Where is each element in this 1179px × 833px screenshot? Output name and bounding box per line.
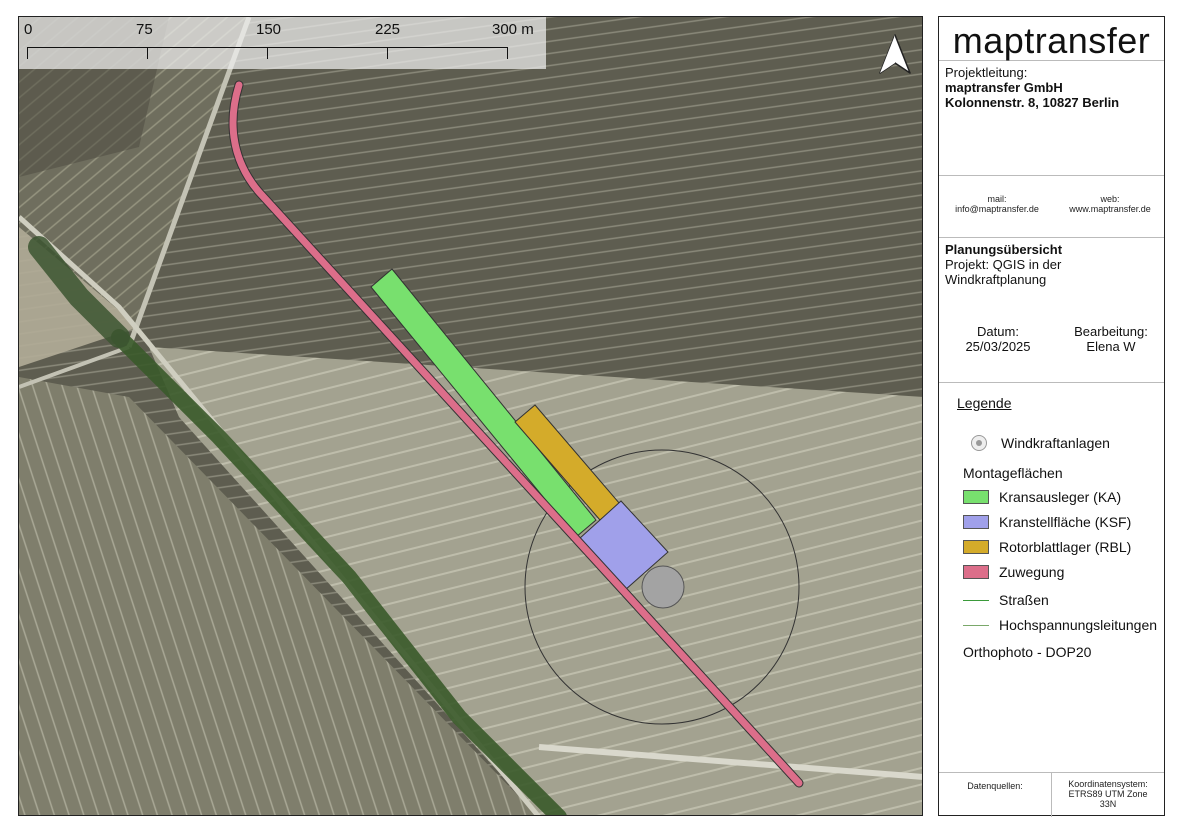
date-value: 25/03/2025 [965,339,1031,354]
legend-group-label: Montageflächen [963,465,1063,481]
crs-line-2: ETRS89 UTM Zone [1068,789,1148,799]
legend-ortho-label: Orthophoto - DOP20 [963,644,1092,660]
legend-strassen: Straßen [963,592,1049,608]
legend-kransausleger: Kransausleger (KA) [963,489,1121,505]
editor-label: Bearbeitung: [1074,324,1148,339]
swatch-kranstell [963,515,989,529]
web-link[interactable]: www.maptransfer.de [1061,204,1159,214]
legend-hochspannung: Hochspannungsleitungen [963,617,1157,633]
map-frame[interactable]: 0 75 150 225 300 m [18,16,923,816]
scale-label-225: 225 [375,21,401,38]
plan-title: Planungsübersicht [945,242,1063,257]
project-lead-label: Projektleitung: [945,65,1028,80]
turbine-icon [971,435,987,451]
legend-kranstell-label: Kranstellfläche (KSF) [999,514,1132,530]
scale-tick [387,47,388,59]
project-line-1: Projekt: QGIS in der [945,257,1062,272]
brand-logo: maptransfer [952,20,1151,61]
scale-label-300: 300 m [492,21,534,38]
company-name: maptransfer GmbH [945,80,1063,95]
legend-kransausleger-label: Kransausleger (KA) [999,489,1122,505]
legend-rotorblatt-label: Rotorblattlager (RBL) [999,539,1132,555]
legend-hochspannung-label: Hochspannungsleitungen [999,617,1158,633]
crs-info: Koordinatensystem: ETRS89 UTM Zone 33N [1052,773,1164,809]
date-label: Datum: [977,324,1019,339]
swatch-kransausleger [963,490,989,504]
scale-tick [267,47,268,59]
orthophoto [19,17,922,815]
scale-label-150: 150 [256,21,282,38]
legend-ortho: Orthophoto - DOP20 [963,644,1091,660]
legend-group: Montageflächen [963,465,1063,481]
line-hochspannung [963,624,989,626]
mail-link[interactable]: info@maptransfer.de [949,204,1045,214]
windkraftanlage-foundation[interactable] [641,565,685,609]
mail-label: mail: [987,194,1007,204]
scale-tick [507,47,508,59]
scale-tick [27,47,28,59]
crs-line-1: Koordinatensystem: [1068,779,1148,789]
legend-rotorblatt: Rotorblattlager (RBL) [963,539,1131,555]
legend-zuwegung-label: Zuwegung [999,564,1065,580]
datasources-label: Datenquellen: [939,773,1052,817]
scale-label-75: 75 [136,21,153,38]
line-strassen [963,599,989,601]
legend-strassen-label: Straßen [999,592,1049,608]
crs-line-3: 33N [1099,799,1117,809]
legend-windkraft-label: Windkraftanlagen [1001,435,1110,451]
scale-tick [147,47,148,59]
scale-bar: 0 75 150 225 300 m [19,17,546,69]
editor-value: Elena W [1086,339,1136,354]
web-label: web: [1100,194,1120,204]
swatch-zuwegung [963,565,989,579]
north-arrow-icon [879,34,911,74]
legend-windkraft: Windkraftanlagen [965,435,1110,451]
legend-zuwegung: Zuwegung [963,564,1064,580]
project-line-2: Windkraftplanung [945,272,1047,287]
info-panel: maptransfer Projektleitung: maptransfer … [938,16,1165,817]
legend: Legende Windkraftanlagen Montageflächen … [939,383,1164,773]
legend-title: Legende [957,395,1012,411]
legend-kranstell: Kranstellfläche (KSF) [963,514,1131,530]
swatch-rotorblatt [963,540,989,554]
scale-label-0: 0 [24,21,33,38]
company-address: Kolonnenstr. 8, 10827 Berlin [945,95,1120,110]
